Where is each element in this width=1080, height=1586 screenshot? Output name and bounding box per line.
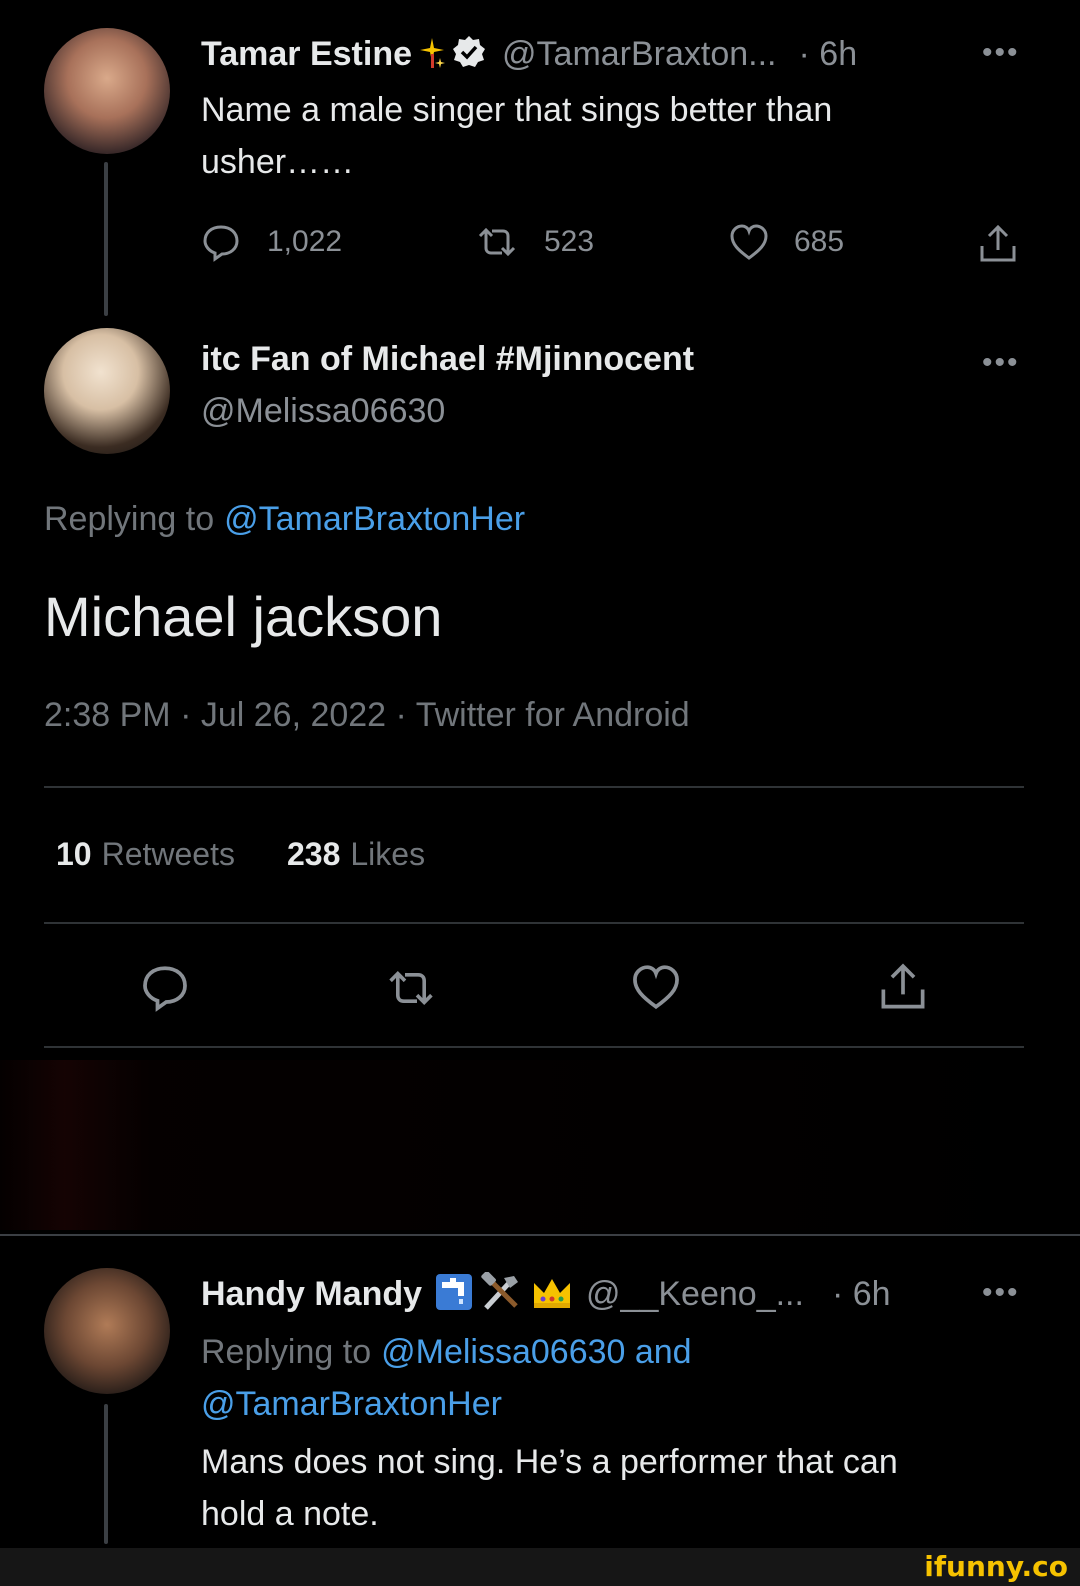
- heart-icon: [728, 222, 770, 262]
- retweet-button-icon[interactable]: [382, 964, 440, 1017]
- replying-handle-link[interactable]: @TamarBraxtonHer: [201, 1378, 692, 1430]
- likes-stat[interactable]: 238 Likes: [287, 836, 425, 873]
- timestamp[interactable]: · 6h: [799, 35, 858, 74]
- handle[interactable]: @TamarBraxton...: [502, 35, 777, 74]
- retweets-number: 10: [56, 836, 92, 872]
- tweet3-header: Handy Mandy @__Keeno_... · 6h: [201, 1270, 891, 1318]
- main-tweet-text: Michael jackson: [44, 585, 443, 648]
- likes-number: 238: [286, 836, 341, 872]
- share-icon[interactable]: [976, 222, 1020, 271]
- retweet-icon: [474, 222, 520, 262]
- display-name[interactable]: itc Fan of Michael #Mjinnocent: [201, 340, 694, 379]
- avatar-tamar[interactable]: [44, 28, 170, 154]
- handle[interactable]: @Melissa06630: [201, 392, 445, 431]
- crown-icon: [530, 1273, 574, 1316]
- avatar-melissa[interactable]: [44, 328, 170, 454]
- retweets-stat[interactable]: 10 Retweets: [56, 836, 235, 873]
- blurred-region: [0, 1060, 1080, 1230]
- hammer-wrench-icon: [480, 1270, 524, 1317]
- display-name[interactable]: Handy Mandy: [201, 1275, 422, 1314]
- verified-badge-icon: [452, 35, 486, 74]
- replying-handle-link[interactable]: @Melissa06630 and: [381, 1326, 691, 1378]
- reply-action[interactable]: 1,022: [201, 222, 342, 262]
- more-options-icon[interactable]: •••: [982, 346, 1020, 380]
- retweets-label: Retweets: [101, 836, 235, 872]
- more-options-icon[interactable]: •••: [982, 1276, 1020, 1310]
- tweet-meta: 2:38 PM · Jul 26, 2022 · Twitter for And…: [44, 696, 690, 734]
- tweet-text: Name a male singer that sings better tha…: [201, 84, 832, 188]
- replying-label: Replying to: [44, 500, 215, 538]
- watermark-bar: ifunny.co: [0, 1548, 1080, 1586]
- divider: [44, 922, 1024, 924]
- share-button-icon[interactable]: [876, 960, 930, 1019]
- tweet-text-line: Mans does not sing. He’s a performer tha…: [201, 1443, 898, 1481]
- tweet1-header: Tamar Estine @TamarBraxton... · 6h: [201, 30, 857, 78]
- replying-to: Replying to @Melissa06630 and @TamarBrax…: [201, 1326, 692, 1430]
- watermark-logo: ifunny.co: [924, 1550, 1068, 1583]
- tweet-text: Mans does not sing. He’s a performer tha…: [201, 1436, 898, 1540]
- reply-button-icon[interactable]: [140, 962, 190, 1017]
- divider: [44, 786, 1024, 788]
- divider: [44, 1046, 1024, 1048]
- tweet-text-line: usher……: [201, 143, 355, 181]
- more-options-icon[interactable]: •••: [982, 36, 1020, 70]
- tweet-text-line: Name a male singer that sings better tha…: [201, 91, 833, 129]
- retweet-action[interactable]: 523: [474, 222, 594, 262]
- likes-label: Likes: [350, 836, 426, 872]
- timestamp[interactable]: · 6h: [832, 1275, 891, 1314]
- avatar-handy-mandy[interactable]: [44, 1268, 170, 1394]
- section-divider: [0, 1234, 1080, 1236]
- reply-count: 1,022: [267, 225, 343, 258]
- faucet-icon: [434, 1272, 474, 1317]
- tweet-text-line: hold a note.: [201, 1495, 379, 1533]
- handle[interactable]: @__Keeno_...: [586, 1275, 804, 1314]
- like-action[interactable]: 685: [728, 222, 844, 262]
- engagement-stats: 10 Retweets 238 Likes: [56, 836, 425, 873]
- like-count: 685: [794, 225, 845, 258]
- like-button-icon[interactable]: [630, 962, 682, 1017]
- replying-handle-link[interactable]: @TamarBraxtonHer: [224, 500, 525, 539]
- thread-line: [104, 162, 108, 316]
- replying-label: Replying to: [201, 1333, 372, 1371]
- sparkles-icon: [418, 34, 446, 75]
- display-name[interactable]: Tamar Estine: [201, 35, 412, 74]
- retweet-count: 523: [544, 225, 595, 258]
- replying-to: Replying to @TamarBraxtonHer: [44, 500, 525, 539]
- reply-icon: [201, 222, 241, 262]
- thread-line: [104, 1404, 108, 1544]
